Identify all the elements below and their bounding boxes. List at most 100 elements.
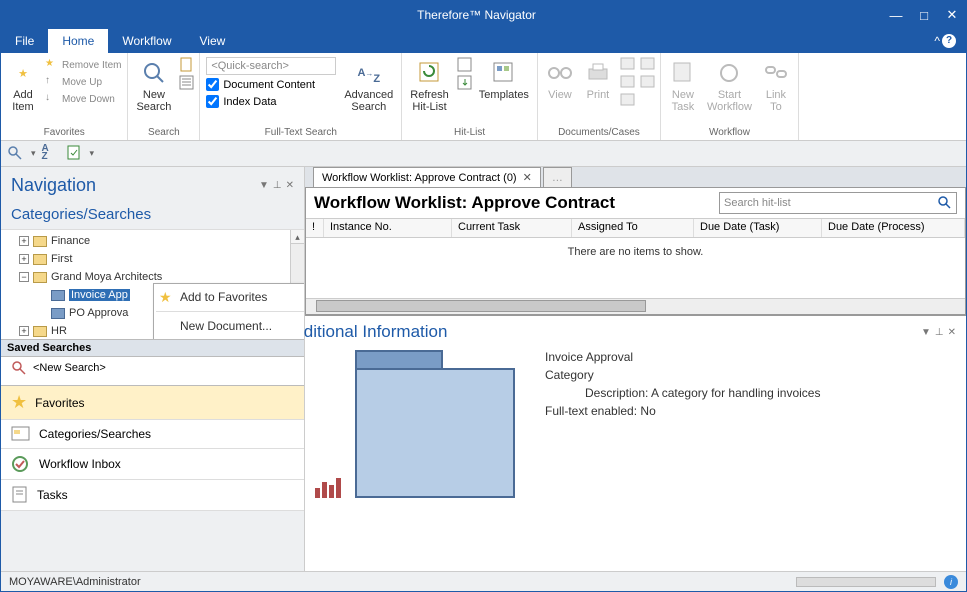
minimize-button[interactable]: —	[882, 1, 910, 29]
ctx-new-document[interactable]: New Document...	[154, 315, 304, 337]
nav-tab-inbox[interactable]: Workflow Inbox	[1, 449, 304, 480]
tool-az-icon[interactable]: AZ	[42, 145, 60, 163]
arrow-up-icon: ↑	[45, 75, 59, 89]
group-fts-label: Full-Text Search	[206, 125, 395, 138]
addl-close-icon[interactable]: ✕	[948, 327, 956, 338]
add-item-button[interactable]: ★ Add Item	[7, 57, 39, 115]
tab-close-icon[interactable]: ✕	[523, 171, 532, 184]
new-task-label: New Task	[672, 89, 695, 113]
group-favorites-label: Favorites	[7, 125, 121, 138]
nav-tab-favorites[interactable]: ★Favorites	[1, 386, 304, 420]
group-docs-label: Documents/Cases	[544, 125, 654, 138]
saved-search-item[interactable]: <New Search>	[1, 357, 304, 379]
menu-file[interactable]: File	[1, 29, 48, 53]
categories-header: Categories/Searches	[1, 202, 304, 229]
info-desc-label: Description:	[585, 386, 648, 400]
info-icon[interactable]: i	[944, 575, 958, 589]
folder-icon	[33, 236, 47, 247]
doc-search-icon[interactable]	[179, 57, 193, 71]
list-icon[interactable]	[179, 75, 193, 89]
start-wf-label: Start Workflow	[707, 89, 752, 113]
templates-icon	[490, 59, 518, 87]
move-down-button[interactable]: ↓Move Down	[45, 91, 121, 107]
add-item-label: Add Item	[12, 89, 33, 113]
new-search-button[interactable]: New Search	[134, 57, 173, 115]
index-data-checkbox[interactable]: Index Data	[206, 94, 336, 109]
expand-icon[interactable]: +	[19, 326, 29, 336]
tool-search-icon[interactable]	[7, 145, 25, 163]
help-button[interactable]: ^ ?	[924, 29, 966, 53]
nav-title: Navigation	[11, 175, 96, 196]
info-ft-label: Full-text enabled:	[545, 404, 637, 418]
new-task-button: New Task	[667, 57, 699, 115]
tree-item-first[interactable]: +First	[5, 250, 300, 268]
expand-icon[interactable]: +	[19, 254, 29, 264]
col-due-process[interactable]: Due Date (Process)	[822, 219, 965, 237]
star-icon: ★	[159, 289, 172, 306]
col-assigned[interactable]: Assigned To	[572, 219, 694, 237]
worklist-tab-label: Workflow Worklist: Approve Contract (0)	[322, 172, 517, 184]
search-icon[interactable]	[938, 196, 952, 210]
doc-content-checkbox[interactable]: Document Content	[206, 77, 336, 92]
az-icon: A→Z	[355, 59, 383, 87]
start-workflow-button: Start Workflow	[705, 57, 754, 115]
folder-icon	[33, 326, 47, 337]
hitlist-filter-icon[interactable]	[457, 57, 471, 71]
gear-cycle-icon	[715, 59, 743, 87]
group-wf-label: Workflow	[667, 125, 792, 138]
nav-close-icon[interactable]: ✕	[286, 180, 294, 191]
move-up-button[interactable]: ↑Move Up	[45, 74, 121, 90]
doc-action2-icon	[620, 75, 634, 89]
doc-action5-icon	[640, 75, 654, 89]
menu-home[interactable]: Home	[48, 29, 108, 53]
menu-view[interactable]: View	[185, 29, 239, 53]
nav-tab-tasks[interactable]: Tasks	[1, 480, 304, 511]
nav-tab-categories[interactable]: Categories/Searches	[1, 420, 304, 449]
remove-item-button[interactable]: ★Remove Item	[45, 57, 121, 73]
tasks-icon	[11, 486, 29, 504]
saved-searches-header[interactable]: Saved Searches	[1, 339, 304, 357]
nav-dropdown-icon[interactable]: ▼	[259, 180, 269, 191]
addl-dropdown-icon[interactable]: ▼	[921, 327, 931, 338]
menu-workflow[interactable]: Workflow	[108, 29, 185, 53]
col-priority[interactable]: !	[306, 219, 324, 237]
search-placeholder: Search hit-list	[724, 197, 791, 209]
adv-search-label: Advanced Search	[344, 89, 393, 113]
ctx-add-favorites[interactable]: ★Add to Favorites	[154, 286, 304, 308]
saved-search-label: <New Search>	[33, 362, 106, 374]
tool-sheet-icon[interactable]	[66, 145, 84, 163]
worklist-tab[interactable]: Workflow Worklist: Approve Contract (0) ✕	[313, 167, 541, 187]
ghost-tab[interactable]: …	[543, 167, 572, 187]
statusbar: MOYAWARE\Administrator i	[1, 571, 966, 591]
doc-action1-icon	[620, 57, 634, 71]
col-due-task[interactable]: Due Date (Task)	[694, 219, 822, 237]
refresh-icon	[416, 59, 444, 87]
col-instance[interactable]: Instance No.	[324, 219, 452, 237]
refresh-label: Refresh Hit-List	[410, 89, 449, 113]
collapse-icon[interactable]: −	[19, 272, 29, 282]
titlebar: Therefore™ Navigator — □ ✕	[1, 1, 966, 29]
info-name: Invoice Approval	[545, 350, 820, 364]
worklist-title: Workflow Worklist: Approve Contract	[314, 193, 615, 213]
templates-button[interactable]: Templates	[477, 57, 531, 103]
expand-icon[interactable]: +	[19, 236, 29, 246]
grid-h-scrollbar[interactable]	[306, 298, 965, 314]
quick-search-input[interactable]: <Quick-search>	[206, 57, 336, 75]
print-button: Print	[582, 57, 614, 103]
search-person-icon	[11, 360, 27, 376]
addl-pin-icon[interactable]: ⊥	[935, 327, 944, 338]
nav-pin-icon[interactable]: ⊥	[273, 180, 282, 191]
col-task[interactable]: Current Task	[452, 219, 572, 237]
hitlist-search-input[interactable]: Search hit-list	[719, 192, 957, 214]
refresh-hitlist-button[interactable]: Refresh Hit-List	[408, 57, 451, 115]
star-plus-icon: ★	[9, 59, 37, 87]
folder-tree-icon	[11, 426, 31, 442]
magnify-icon	[140, 59, 168, 87]
ctx-new-document-viewer[interactable]: New Document in Viewer...	[154, 337, 304, 339]
close-button[interactable]: ✕	[938, 1, 966, 29]
tree-item-finance[interactable]: +Finance	[5, 232, 300, 250]
adv-search-button[interactable]: A→Z Advanced Search	[342, 57, 395, 115]
view-label: View	[548, 89, 572, 101]
maximize-button[interactable]: □	[910, 1, 938, 29]
hitlist-export-icon[interactable]	[457, 75, 471, 89]
